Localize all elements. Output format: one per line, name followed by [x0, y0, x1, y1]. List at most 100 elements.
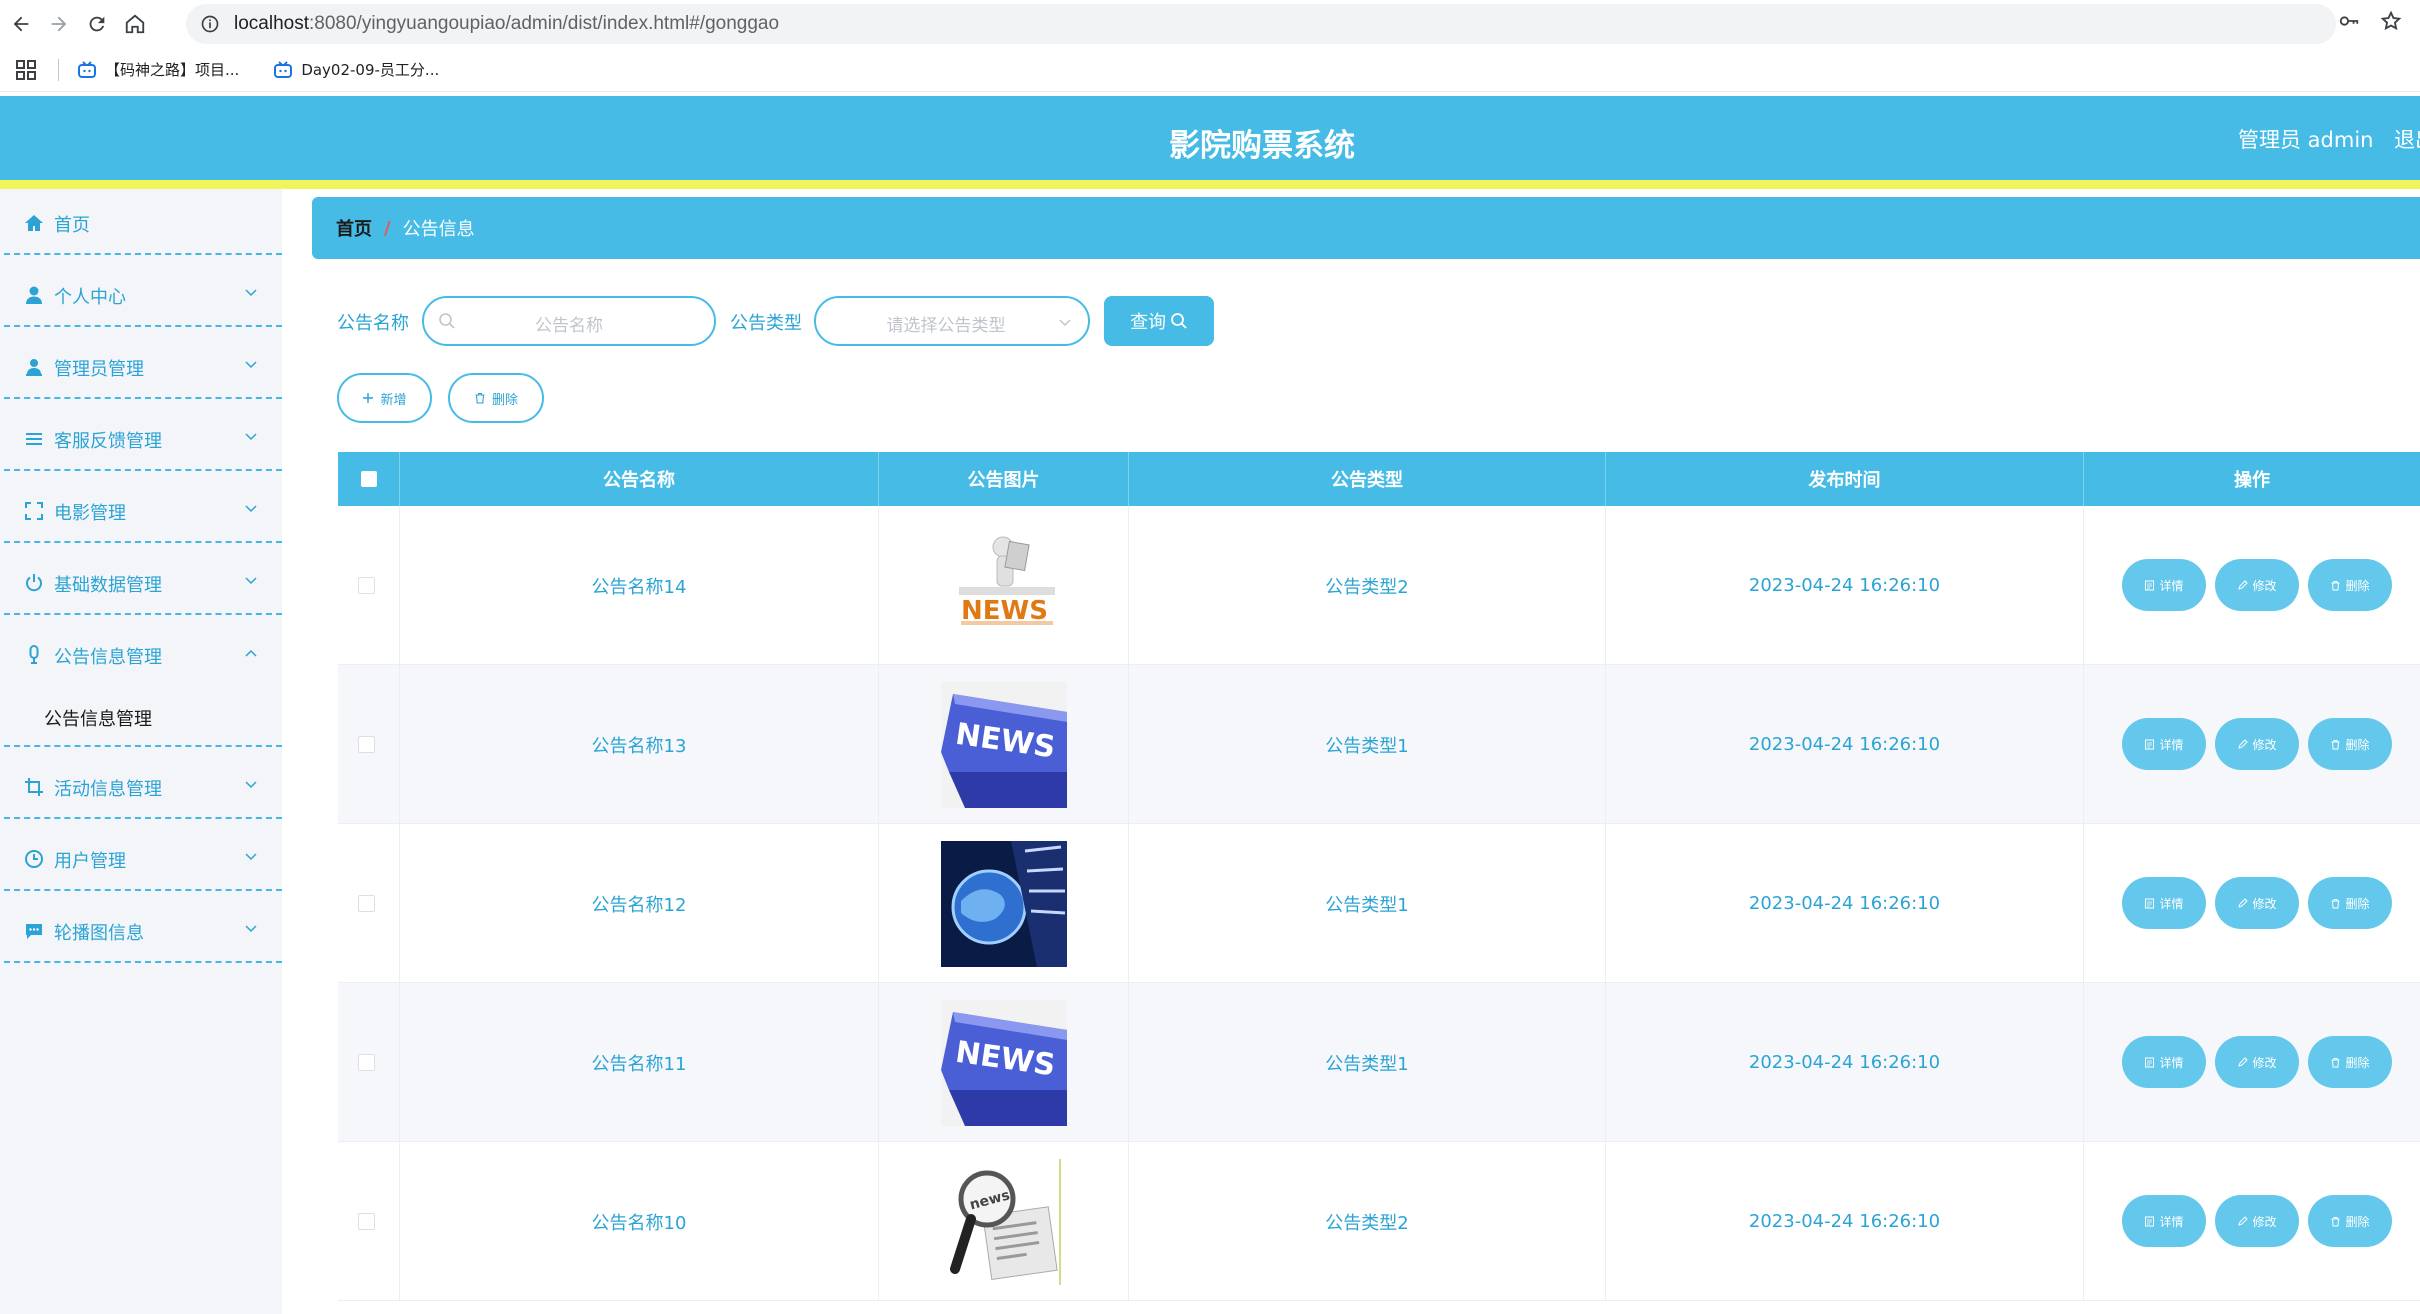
delete-button[interactable]: 删除 [2308, 559, 2392, 611]
query-button[interactable]: 查询 [1104, 296, 1214, 346]
bookmarks-divider [58, 58, 59, 81]
notice-image-cell: NEWS [879, 665, 1129, 824]
admin-icon [24, 357, 44, 377]
bookmarks-bar: 【码神之路】项目... Day02-09-员工分... [0, 48, 2420, 92]
trash-icon [475, 392, 485, 404]
search-icon [1171, 313, 1187, 329]
url-text[interactable]: localhost:8080/yingyuangoupiao/admin/dis… [234, 13, 779, 35]
breadcrumb-home[interactable]: 首页 [336, 215, 372, 241]
detail-button[interactable]: 详情 [2122, 1036, 2206, 1088]
star-icon[interactable] [2380, 10, 2402, 32]
detail-button[interactable]: 详情 [2122, 718, 2206, 770]
current-user: 管理员 admin [2238, 128, 2374, 152]
notice-image-cell: news [879, 1142, 1129, 1301]
notice-name-placeholder: 公告名称 [535, 316, 603, 336]
edit-button[interactable]: 修改 [2215, 1195, 2299, 1247]
publish-time-cell: 2023-04-24 16:26:10 [1606, 665, 2084, 824]
bulk-delete-button[interactable]: 删除 [448, 373, 544, 423]
site-info-icon[interactable] [200, 14, 220, 34]
key-icon[interactable] [2338, 10, 2360, 32]
delete-button[interactable]: 删除 [2308, 1195, 2392, 1247]
address-bar[interactable]: localhost:8080/yingyuangoupiao/admin/dis… [186, 4, 2336, 44]
chevron-down-icon [244, 573, 258, 587]
sidebar-item-home[interactable]: 首页 [4, 189, 282, 255]
plus-icon [363, 393, 374, 403]
select-all-checkbox[interactable] [360, 471, 377, 487]
table-row: 公告名称14 NEWS 公告类型2 2023-04-24 16:26:10 详情… [338, 506, 2420, 665]
apps-grid-icon[interactable] [16, 59, 36, 80]
header-accent-strip [0, 180, 2420, 189]
user-icon [24, 285, 44, 305]
notice-type-placeholder: 请选择公告类型 [886, 316, 1006, 336]
document-icon [2145, 580, 2155, 590]
sidebar-item-carousel[interactable]: 轮播图信息 [4, 897, 282, 963]
news-image-thumbnail[interactable]: NEWS [940, 522, 1067, 649]
news-image-thumbnail[interactable]: news [940, 1158, 1067, 1285]
chevron-down-icon [244, 501, 258, 515]
fullscreen-icon [24, 501, 44, 521]
sidebar-item-movies[interactable]: 电影管理 [4, 477, 282, 543]
actions-cell: 详情 修改 删除 [2084, 665, 2420, 824]
home-browser-icon[interactable] [118, 7, 152, 41]
delete-button[interactable]: 删除 [2308, 1036, 2392, 1088]
edit-icon [2238, 897, 2249, 908]
col-header-type: 公告类型 [1129, 452, 1606, 506]
table-row: 公告名称12 公告类型1 2023-04-24 16:26:10 详情 修改 删… [338, 824, 2420, 983]
news-image-thumbnail[interactable] [940, 840, 1067, 967]
trash-icon [2331, 1057, 2340, 1067]
row-checkbox[interactable] [358, 1054, 375, 1071]
logout-link[interactable]: 退出 [2394, 124, 2420, 154]
sidebar-item-feedback[interactable]: 客服反馈管理 [4, 405, 282, 471]
bilibili-icon [274, 60, 293, 78]
sidebar-item-personal[interactable]: 个人中心 [4, 261, 282, 327]
sidebar: 首页 个人中心 管理员管理 客服反馈管理 电影管理 基础数据管理 公告信息管理 … [0, 189, 282, 1314]
sidebar-subitem-notice-management[interactable]: 公告信息管理 [4, 687, 282, 747]
notice-type-select[interactable]: 请选择公告类型 [814, 296, 1090, 346]
detail-button[interactable]: 详情 [2122, 1195, 2206, 1247]
bookmark-item[interactable]: Day02-09-员工分... [273, 59, 439, 80]
sidebar-item-activities[interactable]: 活动信息管理 [4, 753, 282, 819]
chevron-down-icon [244, 285, 258, 299]
row-checkbox[interactable] [358, 1213, 375, 1230]
back-icon[interactable] [4, 7, 38, 41]
sidebar-item-users[interactable]: 用户管理 [4, 825, 282, 891]
publish-time-cell: 2023-04-24 16:26:10 [1606, 1142, 2084, 1301]
detail-button[interactable]: 详情 [2122, 559, 2206, 611]
edit-icon [2238, 1056, 2249, 1067]
delete-button[interactable]: 删除 [2308, 877, 2392, 929]
document-icon [2145, 1057, 2155, 1067]
breadcrumb-current: 公告信息 [402, 219, 475, 240]
sidebar-item-notices[interactable]: 公告信息管理 [4, 621, 282, 687]
actions-cell: 详情 修改 删除 [2084, 983, 2420, 1142]
delete-button[interactable]: 删除 [2308, 718, 2392, 770]
edit-button[interactable]: 修改 [2215, 877, 2299, 929]
row-checkbox[interactable] [358, 577, 375, 594]
edit-button[interactable]: 修改 [2215, 559, 2299, 611]
forward-icon[interactable] [42, 7, 76, 41]
col-header-actions: 操作 [2234, 470, 2270, 491]
notice-name-cell: 公告名称10 [400, 1142, 879, 1301]
sidebar-item-basic-data[interactable]: 基础数据管理 [4, 549, 282, 615]
edit-icon [2238, 1215, 2249, 1226]
row-checkbox[interactable] [358, 736, 375, 753]
reload-icon[interactable] [80, 7, 114, 41]
edit-button[interactable]: 修改 [2215, 1036, 2299, 1088]
news-image-thumbnail[interactable]: NEWS [940, 681, 1067, 808]
detail-button[interactable]: 详情 [2122, 877, 2206, 929]
document-icon [2145, 739, 2155, 749]
row-checkbox[interactable] [358, 895, 375, 912]
edit-icon [2238, 738, 2249, 749]
publish-time-cell: 2023-04-24 16:26:10 [1606, 824, 2084, 983]
bookmark-item[interactable]: 【码神之路】项目... [77, 59, 239, 80]
notice-name-cell: 公告名称12 [400, 824, 879, 983]
news-image-thumbnail[interactable]: NEWS [940, 999, 1067, 1126]
edit-button[interactable]: 修改 [2215, 718, 2299, 770]
notice-name-input[interactable]: 公告名称 [422, 296, 716, 346]
add-button[interactable]: 新增 [337, 373, 432, 423]
browser-toolbar: localhost:8080/yingyuangoupiao/admin/dis… [0, 0, 2420, 48]
sidebar-item-admins[interactable]: 管理员管理 [4, 333, 282, 399]
chat-icon [24, 921, 44, 941]
col-header-image: 公告图片 [879, 452, 1129, 506]
notice-type-cell: 公告类型1 [1129, 824, 1606, 983]
edit-icon [2238, 579, 2249, 590]
